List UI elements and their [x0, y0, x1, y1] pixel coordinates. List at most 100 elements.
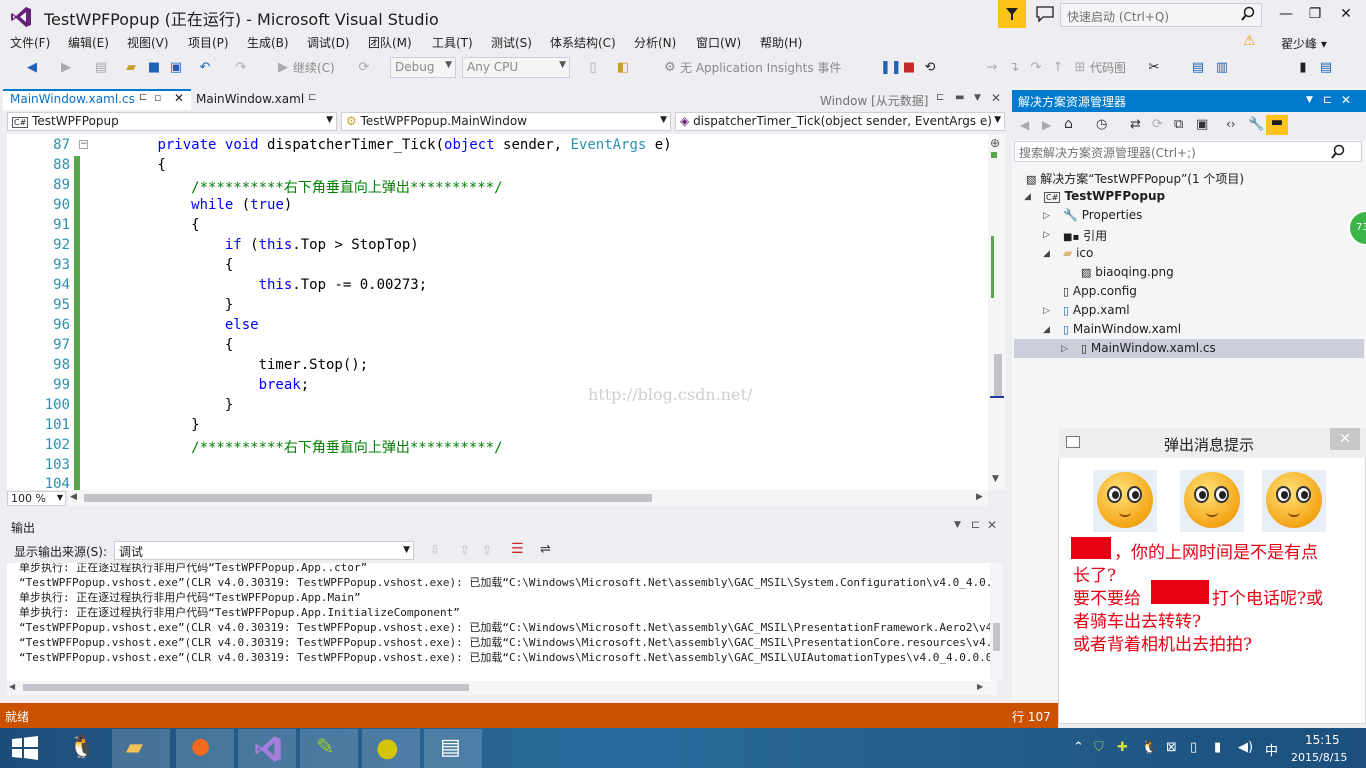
output-text-area[interactable]: 单步执行: 正在逐过程执行非用户代码“TestWPFPopup.App..cto…	[7, 563, 1003, 681]
application-insights-button[interactable]: 无 Application Insights 事件	[680, 58, 846, 78]
configuration-select[interactable]: Debug ▼	[390, 57, 456, 78]
save-all-icon[interactable]: ▣	[168, 58, 184, 78]
menu-debug[interactable]: 调试(D)	[307, 34, 350, 51]
popup-close-button[interactable]: ✕	[1330, 428, 1360, 450]
new-project-icon[interactable]: ▤	[92, 58, 110, 78]
network-icon[interactable]: ▮	[1214, 740, 1221, 755]
menu-tools[interactable]: 工具(T)	[432, 34, 473, 51]
step-into-icon[interactable]: ↴	[1006, 58, 1022, 78]
qq-tray-icon[interactable]: 🐧	[1141, 740, 1157, 755]
pin-icon[interactable]: ⊏	[139, 92, 147, 103]
output-horizontal-scrollbar[interactable]: ◀ ▶	[7, 681, 997, 695]
menu-build[interactable]: 生成(B)	[247, 34, 289, 51]
maximize-button[interactable]: ❐	[1305, 6, 1325, 24]
taskbar-file-explorer[interactable]: ▰	[112, 729, 170, 768]
tree-item-mainwindow-xaml-cs[interactable]: ▯ MainWindow.xaml.cs	[1081, 341, 1216, 355]
forward-icon[interactable]: ▶	[56, 58, 76, 78]
next-message-icon[interactable]: ⇧	[482, 543, 492, 557]
scroll-thumb[interactable]	[993, 623, 1000, 651]
home-icon[interactable]: ⌂	[1064, 116, 1073, 132]
forward-icon[interactable]: ▶	[1042, 118, 1051, 132]
redo-icon[interactable]: ↷	[232, 58, 250, 78]
tree-item-references[interactable]: ■▪ 引用	[1063, 227, 1107, 244]
pin-icon[interactable]: ⊏	[936, 92, 944, 103]
chevron-right-icon[interactable]: ▶	[977, 682, 983, 691]
zoom-select[interactable]: 100 % ▼	[7, 491, 66, 506]
feedback-icon[interactable]	[1034, 4, 1056, 24]
menu-help[interactable]: 帮助(H)	[760, 34, 802, 51]
step-out-icon[interactable]: ↑	[1050, 58, 1066, 78]
collapse-all-icon[interactable]: ⧉	[1174, 117, 1183, 132]
back-icon[interactable]: ◀	[1020, 118, 1029, 132]
browse-icon[interactable]: ◧	[614, 58, 632, 78]
chevron-right-icon[interactable]: ▶	[976, 492, 983, 502]
step-over-icon[interactable]: ↷	[1028, 58, 1044, 78]
tree-item-app-config[interactable]: ▯ App.config	[1063, 284, 1137, 298]
scroll-thumb[interactable]	[84, 494, 652, 502]
taskbar-app-yellow[interactable]: ●	[362, 729, 420, 768]
collapse-icon[interactable]: −	[79, 140, 88, 149]
tree-item-solution[interactable]: ▧ 解决方案“TestWPFPopup”(1 个项目)	[1026, 170, 1244, 187]
taskbar-qq[interactable]: 🐧	[56, 729, 114, 768]
dock-icon[interactable]: ▬	[955, 92, 964, 103]
close-tab-icon[interactable]: ✕	[174, 91, 184, 105]
chevron-down-icon[interactable]: ▼	[954, 520, 961, 530]
tree-item-properties[interactable]: 🔧 Properties	[1063, 208, 1142, 222]
word-wrap-icon[interactable]: ⇌	[540, 542, 551, 557]
menu-edit[interactable]: 编辑(E)	[68, 34, 109, 51]
save-icon[interactable]: ■	[146, 58, 162, 78]
member-select[interactable]: ◈ dispatcherTimer_Tick(object sender, Ev…	[675, 112, 1005, 131]
find-message-icon[interactable]: ⇩	[430, 543, 440, 557]
start-button[interactable]	[12, 736, 38, 760]
tree-item-project[interactable]: C# TestWPFPopup	[1044, 189, 1165, 203]
ime-indicator[interactable]: 中	[1265, 740, 1278, 759]
collapsed-arrow-icon[interactable]: ▷	[1043, 230, 1050, 240]
find-icon[interactable]: ▯	[586, 58, 600, 78]
taskbar-notepad-plus[interactable]: ✎	[300, 729, 358, 768]
align-icon[interactable]: ▤	[1190, 58, 1206, 78]
chevron-left-icon[interactable]: ◀	[9, 682, 15, 691]
scroll-thumb[interactable]	[994, 354, 1002, 396]
back-icon[interactable]: ◀	[22, 58, 42, 78]
chevron-down-icon[interactable]: ▼	[992, 474, 999, 484]
stop-debugging-icon[interactable]: ■	[902, 58, 916, 78]
dropdown-icon[interactable]: ▫	[154, 91, 161, 104]
bookmark-flag-icon[interactable]: ▮	[1296, 58, 1310, 78]
collapsed-arrow-icon[interactable]: ▷	[1043, 211, 1050, 221]
solution-search-input[interactable]: 搜索解决方案资源管理器(Ctrl+;)	[1014, 141, 1362, 162]
pin-icon[interactable]: ⊏	[971, 518, 980, 531]
volume-icon[interactable]: ◀)	[1238, 740, 1253, 755]
format-icon[interactable]: ▥	[1214, 58, 1230, 78]
menu-file[interactable]: 文件(F)	[10, 34, 50, 51]
user-account[interactable]: 翟少峰 ▾	[1281, 35, 1327, 52]
type-select[interactable]: ⚙ TestWPFPopup.MainWindow ▼	[341, 112, 671, 131]
close-icon[interactable]: ✕	[987, 518, 997, 532]
quick-launch-input[interactable]: 快速启动 (Ctrl+Q)	[1060, 3, 1262, 27]
expanded-arrow-icon[interactable]: ◢	[1043, 249, 1050, 259]
insights-icon[interactable]: ⚙	[662, 58, 678, 78]
taskbar-popup-window[interactable]: ▤	[424, 729, 482, 768]
close-button[interactable]: ✕	[1336, 6, 1356, 24]
output-source-select[interactable]: 调试 ▼	[114, 541, 414, 560]
bookmark-icon[interactable]: ✂	[1146, 58, 1162, 78]
show-hidden-icons[interactable]: ⌃	[1073, 740, 1084, 755]
clock-date[interactable]: 2015/8/15	[1291, 751, 1347, 764]
scroll-thumb[interactable]	[23, 684, 469, 691]
menu-test[interactable]: 测试(S)	[491, 34, 532, 51]
collapsed-arrow-icon[interactable]: ▷	[1061, 344, 1068, 354]
warning-icon[interactable]: ⚠	[1243, 33, 1256, 49]
sync-icon[interactable]: ⇄	[1130, 117, 1141, 132]
tab-window-metadata[interactable]: Window [从元数据]	[820, 92, 929, 109]
show-next-statement-icon[interactable]: →	[984, 58, 1000, 78]
tree-item-app-xaml[interactable]: ▯ App.xaml	[1063, 303, 1130, 317]
tab-mainwindow-xaml[interactable]: MainWindow.xaml	[196, 92, 304, 106]
output-vertical-scrollbar[interactable]	[990, 563, 1003, 681]
pin-icon[interactable]: ⊏	[308, 92, 316, 103]
collapsed-arrow-icon[interactable]: ▷	[1043, 306, 1050, 316]
refresh-icon[interactable]: ⟳	[1152, 117, 1163, 132]
code-map-button[interactable]: 代码图	[1090, 58, 1130, 78]
project-select[interactable]: C# TestWPFPopup ▼	[7, 112, 337, 131]
split-icon[interactable]: ⊕	[990, 136, 1000, 150]
prev-message-icon[interactable]: ⇧	[460, 543, 470, 557]
editor-vertical-scrollbar[interactable]: ⊕ ▼	[988, 134, 1006, 490]
